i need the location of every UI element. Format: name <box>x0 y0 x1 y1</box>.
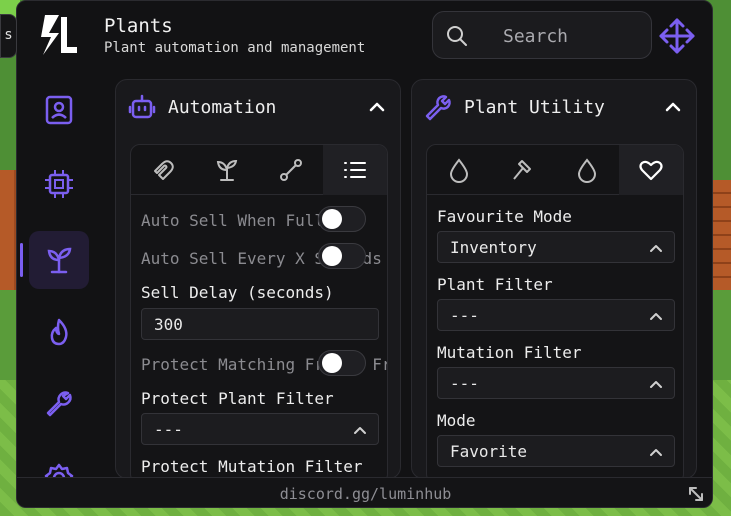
plant-utility-content: Favourite Mode Inventory Plant Filter --… <box>426 144 684 478</box>
chip-icon <box>45 170 73 198</box>
drop-icon <box>577 158 597 183</box>
plant-filter-value: --- <box>450 306 479 325</box>
wrench-icon <box>46 391 72 417</box>
automation-title: Automation <box>168 97 277 118</box>
search-box[interactable] <box>432 11 652 59</box>
toggle-knob <box>322 209 342 229</box>
toggle-knob <box>322 353 342 373</box>
plant-utility-title: Plant Utility <box>464 97 605 118</box>
side-collapse-tab[interactable]: s <box>0 14 17 58</box>
move-icon[interactable] <box>657 16 697 56</box>
sidebar-item-tools[interactable] <box>29 375 89 433</box>
drop-icon <box>449 158 469 183</box>
chevron-up-icon <box>650 381 662 388</box>
mutation-filter-dropdown[interactable]: --- <box>437 367 675 399</box>
mode-dropdown[interactable]: Favorite <box>437 435 675 467</box>
automation-header[interactable]: Automation <box>116 80 400 136</box>
tab-sprout[interactable] <box>195 145 259 195</box>
chevron-up-icon[interactable] <box>664 98 682 116</box>
automation-tabs <box>131 145 387 195</box>
tab-favorite[interactable] <box>619 145 683 195</box>
tab-hammer[interactable] <box>491 145 555 195</box>
mutation-filter-label: Mutation Filter <box>437 343 582 362</box>
plant-utility-panel: Plant Utility Favourite Mode Inventory P… <box>411 79 697 479</box>
chevron-up-icon[interactable] <box>368 98 386 116</box>
tab-drop-2[interactable] <box>555 145 619 195</box>
plant-filter-dropdown[interactable]: --- <box>437 299 675 331</box>
automation-panel: Automation Auto Sell When Full Auto Sell… <box>115 79 401 479</box>
toggle-knob <box>322 246 342 266</box>
mutation-filter-value: --- <box>450 374 479 393</box>
active-indicator <box>20 243 23 277</box>
favourite-mode-value: Inventory <box>450 238 537 257</box>
sidebar-item-fire[interactable] <box>29 303 89 361</box>
sprout-icon <box>47 247 72 274</box>
robot-icon <box>128 94 156 119</box>
chevron-up-icon <box>650 245 662 252</box>
protect-mutation-filter-label: Protect Mutation Filter <box>141 457 363 476</box>
plants-window: Plants Plant automation and management S… <box>16 0 713 508</box>
lumin-logo-icon <box>41 15 77 55</box>
mode-label: Mode <box>437 411 476 430</box>
flame-icon <box>50 318 68 346</box>
chevron-up-icon <box>354 427 366 434</box>
hammer-icon <box>513 160 531 180</box>
wrench-icon <box>425 95 451 121</box>
protect-plant-filter-label: Protect Plant Filter <box>141 389 334 408</box>
favourite-mode-label: Favourite Mode <box>437 207 572 226</box>
sell-delay-label: Sell Delay (seconds) <box>141 283 334 302</box>
tab-drop-1[interactable] <box>427 145 491 195</box>
magnet-icon <box>154 160 174 180</box>
plant-filter-label: Plant Filter <box>437 275 553 294</box>
discord-link[interactable]: discord.gg/luminhub <box>17 485 712 503</box>
route-icon <box>280 159 302 181</box>
search-icon <box>447 26 467 46</box>
auto-sell-every-toggle[interactable] <box>318 243 366 269</box>
protect-plant-filter-value: --- <box>154 420 183 439</box>
heart-icon <box>639 160 663 181</box>
protect-matching-toggle[interactable] <box>318 350 366 376</box>
auto-sell-full-label: Auto Sell When Full <box>141 211 325 230</box>
automation-content: Auto Sell When Full Auto Sell Every X Se… <box>130 144 388 478</box>
mode-value: Favorite <box>450 442 528 461</box>
chevron-up-icon <box>650 449 662 456</box>
resize-icon[interactable] <box>686 484 706 504</box>
sprout-icon <box>216 159 238 181</box>
tab-route[interactable] <box>259 145 323 195</box>
page-subtitle: Plant automation and management <box>104 40 366 56</box>
favourite-mode-dropdown[interactable]: Inventory <box>437 231 675 263</box>
plant-utility-tabs <box>427 145 683 195</box>
protect-plant-filter-dropdown[interactable]: --- <box>141 413 379 445</box>
sidebar-item-plants[interactable] <box>20 231 89 289</box>
list-icon <box>344 162 366 178</box>
sidebar <box>17 77 103 493</box>
sidebar-item-chip[interactable] <box>29 155 89 213</box>
sell-delay-input[interactable]: 300 <box>141 308 379 340</box>
user-card-icon <box>45 95 73 125</box>
chevron-up-icon <box>650 313 662 320</box>
plant-utility-header[interactable]: Plant Utility <box>412 80 696 136</box>
tab-magnet[interactable] <box>131 145 195 195</box>
game-dirt-right <box>712 180 731 290</box>
footer: discord.gg/luminhub <box>17 477 712 507</box>
search-input[interactable] <box>503 22 643 50</box>
page-title: Plants <box>104 15 173 37</box>
sidebar-item-profile[interactable] <box>29 81 89 139</box>
auto-sell-full-toggle[interactable] <box>318 206 366 232</box>
tab-list[interactable] <box>323 145 387 195</box>
